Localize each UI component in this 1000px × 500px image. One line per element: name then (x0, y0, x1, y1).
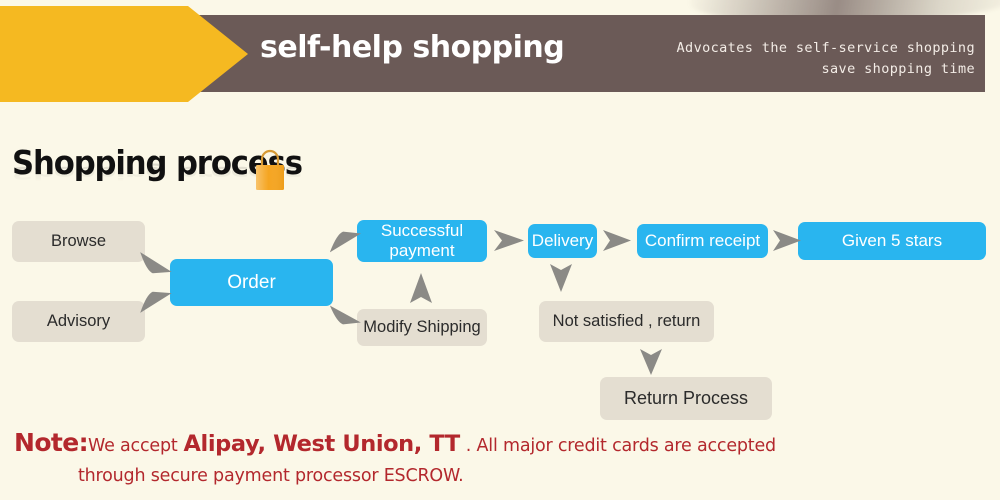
flow-node-confirm-receipt-label: Confirm receipt (644, 231, 761, 251)
arrow-order-to-modify-shipping (330, 302, 362, 328)
flow-node-successful-payment-label: Successful payment (380, 221, 464, 260)
note-line1-tail: . All major credit cards are accepted (465, 436, 776, 456)
note-payment-methods: Alipay, West Union, TT (183, 431, 461, 457)
flow-node-modify-shipping[interactable]: Modify Shipping (357, 309, 487, 346)
payment-note: Note: We accept Alipay, West Union, TT. Al… (14, 428, 974, 486)
shopping-bag-icon (256, 149, 284, 190)
header-tagline-line1: Advocates the self-service shopping (676, 40, 975, 56)
page-title: self-help shopping (260, 30, 565, 65)
flow-node-return-process[interactable]: Return Process (600, 377, 772, 420)
header-tagline: Advocates the self-service shopping save… (635, 38, 975, 80)
flow-node-return-process-label: Return Process (623, 388, 749, 409)
flow-node-given-5-stars-label: Given 5 stars (841, 231, 943, 251)
arrow-delivery-to-confirm-receipt (602, 228, 633, 253)
note-prefix: Note: (14, 428, 89, 457)
flow-node-advisory[interactable]: Advisory (12, 301, 145, 342)
payment-note-line-1: Note: We accept Alipay, West Union, TT. Al… (14, 428, 974, 457)
arrow-successful-payment-to-delivery (493, 228, 526, 253)
flow-node-confirm-receipt[interactable]: Confirm receipt (637, 224, 768, 258)
arrow-advisory-to-order (139, 288, 173, 316)
arrow-order-to-successful-payment (330, 228, 362, 256)
page-header: self-help shopping Advocates the self-se… (0, 0, 1000, 110)
flow-node-given-5-stars[interactable]: Given 5 stars (798, 222, 986, 260)
flow-node-modify-shipping-label: Modify Shipping (363, 318, 481, 337)
flow-node-successful-payment[interactable]: Successful payment (357, 220, 487, 262)
header-tagline-line2: save shopping time (821, 61, 975, 77)
flow-node-not-satisfied-label: Not satisfied , return (552, 312, 701, 331)
flow-node-delivery-label: Delivery (531, 231, 594, 251)
flow-node-delivery[interactable]: Delivery (528, 224, 597, 258)
flow-node-not-satisfied[interactable]: Not satisfied , return (539, 301, 714, 342)
arrow-not-satisfied-to-return-process (638, 348, 664, 376)
arrow-confirm-receipt-to-given-5-stars (772, 228, 803, 253)
flow-node-order[interactable]: Order (170, 259, 333, 306)
flow-node-order-label: Order (227, 271, 276, 293)
arrow-browse-to-order (139, 249, 173, 277)
flow-node-advisory-label: Advisory (46, 312, 111, 331)
note-accept-text: We accept (88, 436, 178, 456)
payment-note-line-2: through secure payment processor ESCROW. (78, 466, 464, 486)
arrow-delivery-to-not-satisfied (548, 263, 574, 293)
flow-node-browse-label: Browse (50, 232, 107, 251)
arrow-modify-shipping-to-successful-payment (408, 272, 434, 305)
flow-node-browse[interactable]: Browse (12, 221, 145, 262)
